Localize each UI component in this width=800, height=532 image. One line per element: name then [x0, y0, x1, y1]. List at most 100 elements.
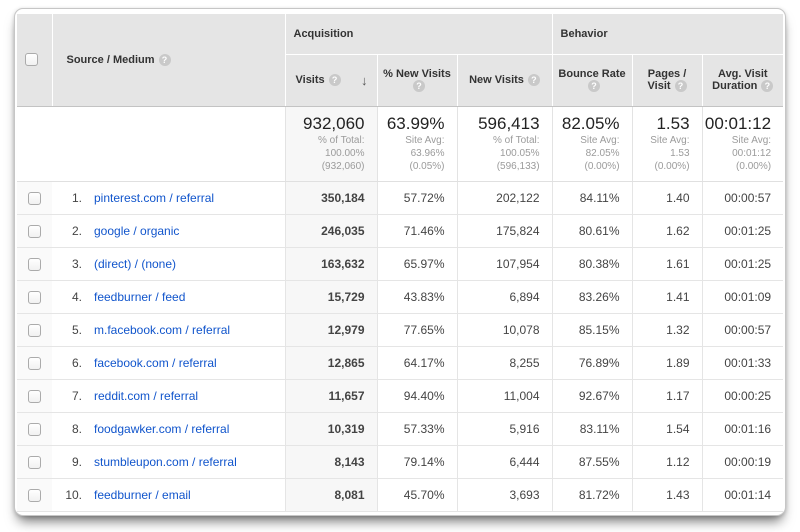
- source-medium-label: Source / Medium: [67, 54, 155, 66]
- bounce-rate-value: 85.15%: [552, 313, 632, 346]
- source-link[interactable]: feedburner / email: [94, 488, 191, 502]
- source-link[interactable]: facebook.com / referral: [94, 356, 217, 370]
- source-link[interactable]: google / organic: [94, 224, 179, 238]
- totals-pct-new-visits: 63.99% Site Avg: 63.96% (0.05%): [377, 106, 457, 181]
- row-checkbox[interactable]: [28, 291, 41, 304]
- totals-new-visits: 596,413 % of Total: 100.05% (596,133): [457, 106, 552, 181]
- row-checkbox[interactable]: [28, 390, 41, 403]
- visits-value: 12,979: [285, 313, 377, 346]
- visits-column-header[interactable]: Visits? ↓: [285, 54, 377, 106]
- pages-visit-value: 1.54: [632, 412, 702, 445]
- source-cell: 7. reddit.com / referral: [52, 379, 285, 412]
- pct-new-visits-value: 71.46%: [377, 214, 457, 247]
- row-checkbox[interactable]: [28, 423, 41, 436]
- visits-value: 163,632: [285, 247, 377, 280]
- pct-new-visits-value: 43.83%: [377, 280, 457, 313]
- pct-new-visits-value: 45.70%: [377, 478, 457, 511]
- row-checkbox-cell: [17, 247, 52, 280]
- totals-avg-duration: 00:01:12 Site Avg: 00:01:12 (0.00%): [702, 106, 783, 181]
- totals-source-cell: [52, 106, 285, 181]
- visits-label: Visits: [296, 74, 325, 86]
- avg-duration-value: 00:00:19: [702, 445, 783, 478]
- table-row: 4.feedburner / feed 15,729 43.83% 6,894 …: [17, 280, 783, 313]
- analytics-table-frame: Source / Medium? Acquisition Behavior Vi…: [14, 8, 786, 516]
- pages-visit-value: 1.62: [632, 214, 702, 247]
- header-group-row: Source / Medium? Acquisition Behavior: [17, 14, 783, 54]
- source-link[interactable]: m.facebook.com / referral: [94, 323, 230, 337]
- row-checkbox-cell: [17, 181, 52, 214]
- row-checkbox-cell: [17, 412, 52, 445]
- pct-new-visits-value: 57.72%: [377, 181, 457, 214]
- visits-value: 350,184: [285, 181, 377, 214]
- row-checkbox[interactable]: [28, 258, 41, 271]
- row-checkbox[interactable]: [28, 489, 41, 502]
- source-link[interactable]: pinterest.com / referral: [94, 191, 214, 205]
- row-index: 6.: [52, 356, 82, 370]
- bounce-rate-value: 92.67%: [552, 379, 632, 412]
- new-visits-value: 8,255: [457, 346, 552, 379]
- pct-new-visits-value: 94.40%: [377, 379, 457, 412]
- row-checkbox[interactable]: [28, 192, 41, 205]
- row-index: 1.: [52, 191, 82, 205]
- row-index: 5.: [52, 323, 82, 337]
- help-icon[interactable]: ?: [675, 80, 687, 92]
- source-link[interactable]: stumbleupon.com / referral: [94, 455, 237, 469]
- source-cell: 8.foodgawker.com / referral: [52, 412, 285, 445]
- new-visits-column-header[interactable]: New Visits?: [457, 54, 552, 106]
- pct-new-visits-value: 57.33%: [377, 412, 457, 445]
- pages-visit-column-header[interactable]: Pages / Visit?: [632, 54, 702, 106]
- row-checkbox[interactable]: [28, 357, 41, 370]
- source-cell: 5. m.facebook.com / referral: [52, 313, 285, 346]
- pages-visit-value: 1.17: [632, 379, 702, 412]
- source-link[interactable]: feedburner / feed: [94, 290, 185, 304]
- visits-value: 11,657: [285, 379, 377, 412]
- new-visits-value: 107,954: [457, 247, 552, 280]
- row-checkbox[interactable]: [28, 324, 41, 337]
- help-icon[interactable]: ?: [413, 80, 425, 92]
- help-icon[interactable]: ?: [159, 54, 171, 66]
- row-checkbox-cell: [17, 313, 52, 346]
- bounce-rate-label: Bounce Rate: [558, 68, 625, 80]
- table-row: 6.facebook.com / referral 12,865 64.17% …: [17, 346, 783, 379]
- source-link[interactable]: (direct) / (none): [94, 257, 176, 271]
- pages-visit-value: 1.32: [632, 313, 702, 346]
- group-behavior: Behavior: [552, 14, 783, 54]
- totals-row: 932,060 % of Total: 100.00% (932,060) 63…: [17, 106, 783, 181]
- visits-value: 8,143: [285, 445, 377, 478]
- new-visits-value: 3,693: [457, 478, 552, 511]
- pct-new-visits-value: 65.97%: [377, 247, 457, 280]
- bounce-rate-column-header[interactable]: Bounce Rate?: [552, 54, 632, 106]
- new-visits-value: 202,122: [457, 181, 552, 214]
- avg-duration-value: 00:00:25: [702, 379, 783, 412]
- row-checkbox[interactable]: [28, 225, 41, 238]
- row-index: 9.: [52, 455, 82, 469]
- pct-new-visits-column-header[interactable]: % New Visits?: [377, 54, 457, 106]
- help-icon[interactable]: ?: [761, 80, 773, 92]
- source-link[interactable]: reddit.com / referral: [94, 389, 198, 403]
- table-row: 2.google / organic 246,035 71.46% 175,82…: [17, 214, 783, 247]
- new-visits-value: 11,004: [457, 379, 552, 412]
- row-index: 7.: [52, 389, 82, 403]
- pct-new-visits-value: 79.14%: [377, 445, 457, 478]
- source-cell: 2. google / organic: [52, 214, 285, 247]
- visits-value: 15,729: [285, 280, 377, 313]
- select-all-checkbox[interactable]: [25, 53, 38, 66]
- pct-new-visits-label: % New Visits: [383, 68, 451, 80]
- pages-visit-value: 1.43: [632, 478, 702, 511]
- totals-pages-visit: 1.53 Site Avg: 1.53 (0.00%): [632, 106, 702, 181]
- avg-duration-column-header[interactable]: Avg. Visit Duration?: [702, 54, 783, 106]
- help-icon[interactable]: ?: [329, 74, 341, 86]
- avg-duration-value: 00:01:25: [702, 247, 783, 280]
- help-icon[interactable]: ?: [588, 80, 600, 92]
- table-row: 1. pinterest.com / referral 350,184 57.72…: [17, 181, 783, 214]
- source-medium-header[interactable]: Source / Medium?: [52, 14, 285, 106]
- row-checkbox-cell: [17, 346, 52, 379]
- row-checkbox[interactable]: [28, 456, 41, 469]
- sort-descending-icon[interactable]: ↓: [361, 73, 368, 88]
- bounce-rate-value: 83.11%: [552, 412, 632, 445]
- totals-bounce-rate: 82.05% Site Avg: 82.05% (0.00%): [552, 106, 632, 181]
- source-link[interactable]: foodgawker.com / referral: [94, 422, 229, 436]
- row-index: 2.: [52, 224, 82, 238]
- help-icon[interactable]: ?: [528, 74, 540, 86]
- source-cell: 6. facebook.com / referral: [52, 346, 285, 379]
